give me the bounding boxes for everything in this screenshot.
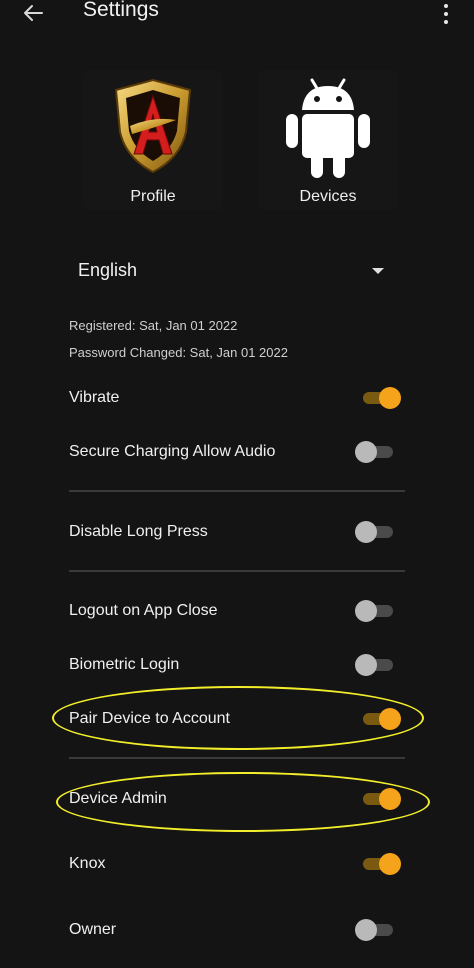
highlight-ellipse-device-admin [56, 772, 430, 832]
back-button[interactable] [20, 0, 46, 26]
section-divider [69, 490, 405, 492]
disable-long-press-toggle[interactable] [355, 521, 397, 543]
logout-on-app-close-toggle[interactable] [355, 600, 397, 622]
setting-label: Knox [69, 855, 106, 872]
vibrate-toggle[interactable] [359, 387, 401, 409]
android-icon [258, 76, 398, 180]
section-divider [69, 757, 405, 759]
setting-label: Disable Long Press [69, 523, 208, 540]
setting-disable-long-press[interactable]: Disable Long Press [69, 517, 409, 547]
setting-label: Biometric Login [69, 656, 180, 673]
highlight-ellipse-pair-device [52, 686, 424, 750]
setting-label: Secure Charging Allow Audio [69, 443, 276, 460]
setting-biometric-login[interactable]: Biometric Login [69, 650, 409, 680]
owner-toggle[interactable] [355, 919, 397, 941]
language-dropdown[interactable]: English [78, 258, 398, 286]
more-vert-icon [444, 4, 448, 8]
arrow-left-icon [24, 5, 43, 21]
devices-tile-label: Devices [299, 188, 357, 205]
devices-tile[interactable]: Devices [258, 70, 398, 210]
dropdown-arrow-icon [372, 268, 384, 274]
shield-logo-icon [83, 76, 223, 176]
top-app-bar: Settings [0, 0, 474, 30]
setting-secure-charging-allow-audio[interactable]: Secure Charging Allow Audio [69, 437, 409, 467]
setting-knox[interactable]: Knox [69, 849, 409, 879]
knox-toggle[interactable] [359, 853, 401, 875]
setting-owner[interactable]: Owner [69, 915, 409, 945]
setting-label: Owner [69, 921, 117, 938]
page-title: Settings [83, 0, 159, 21]
profile-tile[interactable]: Profile [83, 70, 223, 210]
password-changed-date: Password Changed: Sat, Jan 01 2022 [69, 345, 288, 360]
section-divider [69, 570, 405, 572]
setting-label: Logout on App Close [69, 602, 218, 619]
setting-label: Vibrate [69, 389, 120, 406]
language-selected-value: English [78, 260, 138, 280]
setting-vibrate[interactable]: Vibrate [69, 383, 409, 413]
biometric-login-toggle[interactable] [355, 654, 397, 676]
more-options-button[interactable] [436, 2, 456, 26]
secure-charging-toggle[interactable] [355, 441, 397, 463]
settings-screen: Settings Profile Devices English Registe… [0, 0, 474, 968]
profile-tile-label: Profile [130, 188, 176, 205]
registered-date: Registered: Sat, Jan 01 2022 [69, 318, 238, 333]
setting-logout-on-app-close[interactable]: Logout on App Close [69, 596, 409, 626]
